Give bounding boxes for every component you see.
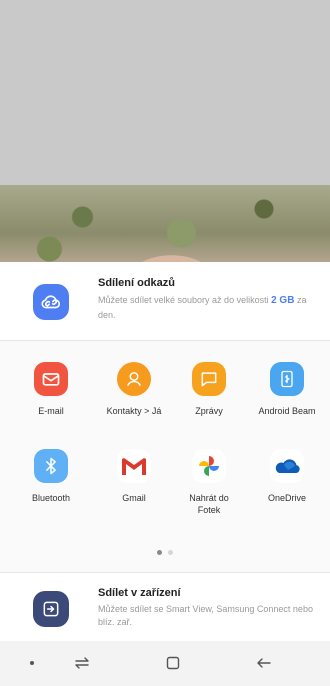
page-dot-active[interactable] [157,550,162,555]
device-share-description: Můžete sdílet se Smart View, Samsung Con… [98,604,313,627]
app-label: Bluetooth [31,493,71,503]
recents-icon[interactable] [72,653,92,673]
app-messages[interactable]: Zprávy [179,362,239,417]
back-icon[interactable] [254,653,274,673]
app-android-beam[interactable]: Android Beam [257,362,317,417]
photos-icon [192,449,226,483]
message-icon [192,362,226,396]
cloud-link-icon [33,284,69,320]
app-contacts[interactable]: Kontakty > Já [104,362,164,417]
page-dot[interactable] [168,550,173,555]
gmail-icon [117,449,151,483]
navigation-bar [0,641,330,686]
link-share-option[interactable]: Sdílení odkazů Můžete sdílet velké soubo… [0,262,330,340]
background-photo [0,185,330,265]
link-share-description: Můžete sdílet velké soubory až do veliko… [98,293,324,322]
contact-icon [117,362,151,396]
page-indicator [0,550,330,555]
device-share-title: Sdílet v zařízení [98,587,181,599]
nfc-icon [270,362,304,396]
home-icon[interactable] [163,653,183,673]
device-share-option[interactable]: Sdílet v zařízení Můžete sdílet se Smart… [0,573,330,641]
app-email[interactable]: E-mail [21,362,81,417]
app-label: Kontakty > Já [106,406,162,416]
app-label: Gmail [122,493,146,503]
link-share-size-limit: 2 GB [271,295,295,306]
app-label: Android Beam [258,406,316,416]
app-bluetooth[interactable]: Bluetooth [21,449,81,504]
share-sheet: Sdílení odkazů Můžete sdílet velké soubo… [0,262,330,686]
device-share-icon [33,591,69,627]
dot-icon [22,653,42,673]
app-label: Zprávy [195,406,223,416]
app-label: Nahrát do Fotek [189,493,229,515]
background-gray [0,0,330,185]
email-icon [34,362,68,396]
app-label: OneDrive [267,493,306,503]
app-google-photos[interactable]: Nahrát do Fotek [179,449,239,516]
app-onedrive[interactable]: OneDrive [257,449,317,504]
app-gmail[interactable]: Gmail [104,449,164,504]
bluetooth-icon [34,449,68,483]
app-label: E-mail [38,406,64,416]
onedrive-icon [270,449,304,483]
link-share-desc-text: Můžete sdílet velké soubory až do veliko… [98,295,272,305]
link-share-title: Sdílení odkazů [98,277,176,289]
divider [0,340,330,341]
